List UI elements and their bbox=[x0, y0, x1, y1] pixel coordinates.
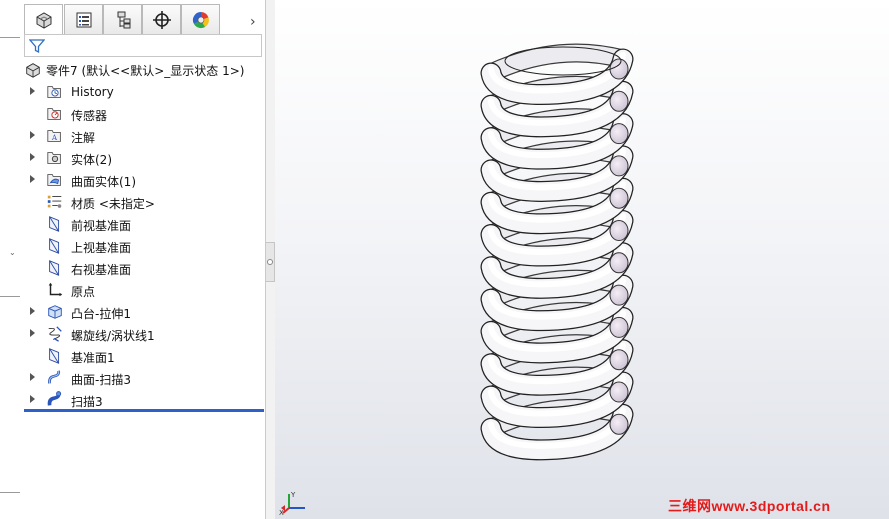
coil-end-cap bbox=[609, 349, 629, 371]
coil-end-cap bbox=[609, 58, 629, 80]
tree-item-label: 螺旋线/涡状线1 bbox=[71, 329, 155, 343]
tree-item[interactable]: 材质 <未指定> bbox=[22, 191, 262, 213]
tree-item[interactable]: 原点 bbox=[22, 279, 262, 301]
tree-item-label: 原点 bbox=[71, 285, 96, 299]
plane-icon bbox=[46, 237, 64, 255]
tree-item-label: 右视基准面 bbox=[71, 263, 132, 277]
coil-end-cap bbox=[609, 252, 629, 274]
color-wheel-icon bbox=[192, 11, 209, 28]
tab-scroll-right-icon[interactable]: › bbox=[250, 14, 256, 30]
tree-item[interactable]: 传感器 bbox=[22, 103, 262, 125]
part-tree-icon bbox=[36, 11, 51, 29]
watermark-text: 三维网www.3dportal.cn bbox=[668, 498, 831, 514]
tree-item-label: 凸台-拉伸1 bbox=[71, 307, 131, 321]
gutter-divider bbox=[0, 296, 20, 297]
property-list-icon bbox=[76, 12, 91, 27]
rollback-bar[interactable] bbox=[24, 409, 264, 412]
panel-tabs: › bbox=[22, 4, 266, 34]
tree-item[interactable]: 螺旋线/涡状线1 bbox=[22, 323, 262, 345]
tree-item[interactable]: A 注解 bbox=[22, 125, 262, 147]
left-gutter: ⌄ bbox=[0, 0, 22, 519]
helix-icon bbox=[46, 325, 64, 343]
coil-end-cap bbox=[609, 381, 629, 403]
tab-property-manager[interactable] bbox=[64, 4, 103, 34]
splitter-grip-icon bbox=[267, 259, 273, 265]
expand-arrow-icon[interactable] bbox=[30, 395, 35, 403]
tab-display-manager[interactable] bbox=[181, 4, 220, 34]
filter-icon bbox=[29, 39, 45, 54]
tree-item[interactable]: History bbox=[22, 81, 262, 103]
gutter-divider bbox=[0, 37, 20, 38]
history-folder-icon bbox=[46, 83, 64, 101]
tab-feature-manager[interactable] bbox=[24, 4, 63, 34]
expand-arrow-icon[interactable] bbox=[30, 87, 35, 95]
coil-end-cap bbox=[609, 187, 629, 209]
tree-item[interactable]: 基准面1 bbox=[22, 345, 262, 367]
plane-icon bbox=[46, 259, 64, 277]
part-root-node[interactable]: 零件7 (默认<<默认>_显示状态 1>) bbox=[24, 60, 244, 80]
tree-item-label: 扫描3 bbox=[71, 395, 103, 409]
tree-item-label: 前视基准面 bbox=[71, 219, 132, 233]
expand-arrow-icon[interactable] bbox=[30, 153, 35, 161]
view-triad: Y X bbox=[279, 488, 309, 519]
sensor-folder-icon bbox=[46, 105, 64, 123]
feature-manager-panel: › 零件7 (默认<<默认>_显示状态 1>) History 传感器 A 注解实体(… bbox=[22, 0, 266, 519]
svg-text:A: A bbox=[51, 133, 58, 142]
tree-item-label: 上视基准面 bbox=[71, 241, 132, 255]
annotation-folder-icon: A bbox=[46, 127, 64, 145]
extrude-icon bbox=[46, 303, 64, 321]
spring-model[interactable] bbox=[275, 0, 889, 519]
material-icon bbox=[46, 193, 64, 211]
tree-item-label: History bbox=[71, 85, 114, 99]
coil-end-cap bbox=[609, 123, 629, 145]
tree-item-label: 曲面-扫描3 bbox=[71, 373, 131, 387]
triad-x-label: X bbox=[279, 509, 284, 516]
coil-end-cap bbox=[609, 220, 629, 241]
gutter-collapse-icon[interactable]: ⌄ bbox=[9, 248, 16, 257]
feature-filter-input[interactable] bbox=[24, 34, 262, 57]
plane-icon bbox=[46, 215, 64, 233]
tree-item[interactable]: 曲面实体(1) bbox=[22, 169, 262, 191]
gutter-divider bbox=[0, 492, 20, 493]
expand-arrow-icon[interactable] bbox=[30, 373, 35, 381]
tree-item[interactable]: 凸台-拉伸1 bbox=[22, 301, 262, 323]
coil-end-cap bbox=[609, 284, 629, 306]
tree-item-label: 注解 bbox=[71, 131, 96, 145]
expand-arrow-icon[interactable] bbox=[30, 175, 35, 183]
tree-item[interactable]: 上视基准面 bbox=[22, 235, 262, 257]
tree-item[interactable]: 右视基准面 bbox=[22, 257, 262, 279]
origin-icon bbox=[46, 281, 64, 299]
solid-bodies-folder-icon bbox=[46, 149, 64, 167]
coil-end-cap bbox=[609, 155, 629, 177]
coil-end-cap bbox=[609, 413, 629, 435]
expand-arrow-icon[interactable] bbox=[30, 307, 35, 315]
coil-end-cap bbox=[609, 316, 629, 338]
surface-bodies-folder-icon bbox=[46, 171, 64, 189]
surface-sweep-icon bbox=[46, 369, 64, 387]
plane-icon bbox=[46, 347, 64, 365]
tree-item-label: 材质 <未指定> bbox=[71, 197, 155, 211]
tree-item[interactable]: 实体(2) bbox=[22, 147, 262, 169]
coil-end-cap bbox=[609, 90, 629, 112]
configuration-icon bbox=[117, 11, 130, 28]
expand-arrow-icon[interactable] bbox=[30, 131, 35, 139]
tab-configuration-manager[interactable] bbox=[103, 4, 142, 34]
tree-item[interactable]: 前视基准面 bbox=[22, 213, 262, 235]
tree-item[interactable]: 扫描3 bbox=[22, 389, 262, 411]
tab-dimxpert[interactable] bbox=[142, 4, 181, 34]
splitter-handle[interactable] bbox=[266, 242, 275, 282]
tree-item-label: 曲面实体(1) bbox=[71, 175, 136, 189]
crosshair-icon bbox=[152, 10, 171, 29]
graphics-viewport[interactable]: Y X 三维网www.3dportal.cn bbox=[275, 0, 889, 519]
triad-y-label: Y bbox=[290, 491, 296, 499]
part-name-label: 零件7 (默认<<默认>_显示状态 1>) bbox=[46, 63, 245, 78]
part-icon bbox=[26, 63, 40, 78]
tree-item-label: 实体(2) bbox=[71, 153, 112, 167]
expand-arrow-icon[interactable] bbox=[30, 329, 35, 337]
tree-item-label: 传感器 bbox=[71, 109, 108, 123]
tree-item-label: 基准面1 bbox=[71, 351, 115, 365]
sweep-icon bbox=[46, 391, 64, 409]
tree-item[interactable]: 曲面-扫描3 bbox=[22, 367, 262, 389]
